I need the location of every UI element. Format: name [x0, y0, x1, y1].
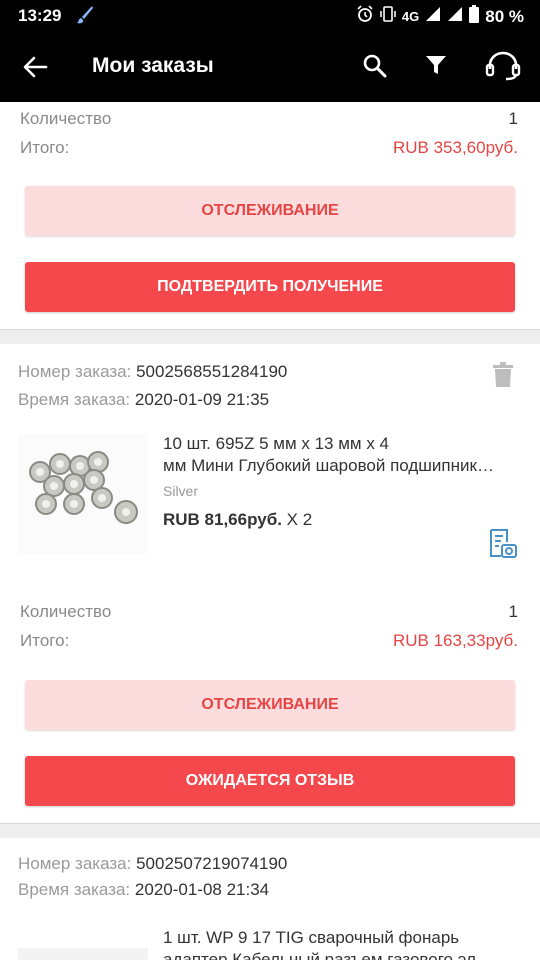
product-title-line: 1 шт. WP 9 17 TIG сварочный фонарь — [163, 928, 460, 947]
total-value: RUB 163,33руб. — [392, 631, 518, 650]
quantity-row: Количество 1 — [20, 602, 518, 622]
status-time: 13:29 — [18, 6, 62, 25]
quantity-value: 1 — [508, 602, 518, 621]
support-headset-icon[interactable] — [484, 51, 522, 86]
order-number-label: Номер заказа: — [18, 362, 132, 381]
product-image[interactable] — [18, 434, 148, 554]
product-title[interactable]: 1 шт. WP 9 17 TIG сварочный фонарь адапт… — [163, 927, 522, 960]
track-button[interactable]: ОТСЛЕЖИВАНИЕ — [25, 186, 515, 236]
order-time-value: 2020-01-08 21:34 — [134, 880, 270, 899]
product-image[interactable] — [18, 948, 148, 960]
total-value: RUB 353,60руб. — [392, 138, 518, 157]
page-title: Мои заказы — [92, 54, 214, 77]
order-time-value: 2020-01-09 21:35 — [134, 390, 270, 409]
order-number: Номер заказа: 5002568551284190 — [18, 362, 287, 382]
battery-icon — [469, 5, 480, 28]
snapshot-icon[interactable] — [488, 528, 518, 565]
order-time-label: Время заказа: — [18, 390, 131, 409]
track-button[interactable]: ОТСЛЕЖИВАНИЕ — [25, 680, 515, 730]
quantity-value: 1 — [508, 109, 518, 128]
filter-icon[interactable] — [424, 53, 448, 82]
product-price-line: RUB 81,66руб. X 2 — [163, 510, 312, 530]
order-number: Номер заказа: 5002507219074190 — [18, 854, 287, 874]
product-title-line: 10 шт. 695Z 5 мм x 13 мм x 4 — [163, 434, 389, 453]
total-label: Итого: — [20, 631, 70, 650]
product-price: RUB 81,66руб. — [163, 510, 282, 529]
order-time-label: Время заказа: — [18, 880, 131, 899]
network-type: 4G — [401, 9, 420, 24]
order-time: Время заказа: 2020-01-08 21:34 — [18, 880, 269, 900]
back-arrow-icon[interactable] — [22, 54, 48, 85]
total-row: Итого: RUB 353,60руб. — [20, 138, 518, 158]
product-title-line: адаптер Кабельный разъем газового эл — [163, 950, 476, 960]
order-card: Количество 1 Итого: RUB 353,60руб. ОТСЛЕ… — [0, 102, 540, 330]
paint-brush-icon — [76, 5, 94, 30]
alarm-icon — [356, 5, 374, 28]
product-title[interactable]: 10 шт. 695Z 5 мм x 13 мм x 4 мм Мини Глу… — [163, 433, 522, 477]
battery-level: 80 % — [485, 6, 524, 26]
order-number-value: 5002507219074190 — [136, 854, 288, 873]
order-time: Время заказа: 2020-01-09 21:35 — [18, 390, 269, 410]
quantity-label: Количество — [20, 602, 112, 621]
order-number-value: 5002568551284190 — [136, 362, 288, 381]
quantity-row: Количество 1 — [20, 109, 518, 129]
order-card: Номер заказа: 5002568551284190 Время зак… — [0, 344, 540, 824]
signal-icon — [447, 6, 463, 27]
product-quantity: X 2 — [286, 510, 313, 529]
order-card: Номер заказа: 5002507219074190 Время зак… — [0, 838, 540, 960]
signal-icon — [425, 6, 441, 27]
vibrate-icon — [380, 5, 396, 28]
product-title-line: мм Мини Глубокий шаровой подшипник… — [163, 456, 494, 475]
confirm-receipt-button[interactable]: ПОДТВЕРДИТЬ ПОЛУЧЕНИЕ — [25, 262, 515, 312]
search-icon[interactable] — [362, 53, 388, 84]
quantity-label: Количество — [20, 109, 112, 128]
order-number-label: Номер заказа: — [18, 854, 132, 873]
status-indicators: 4G 80 % — [356, 5, 524, 28]
trash-icon[interactable] — [492, 362, 514, 393]
total-label: Итого: — [20, 138, 70, 157]
orders-list[interactable]: Количество 1 Итого: RUB 353,60руб. ОТСЛЕ… — [0, 102, 540, 960]
app-bar: Мои заказы — [0, 32, 540, 102]
total-row: Итого: RUB 163,33руб. — [20, 631, 518, 651]
product-variant: Silver — [163, 483, 199, 499]
status-bar: 13:29 4G 80 % — [0, 0, 540, 32]
awaiting-review-button[interactable]: ОЖИДАЕТСЯ ОТЗЫВ — [25, 756, 515, 806]
